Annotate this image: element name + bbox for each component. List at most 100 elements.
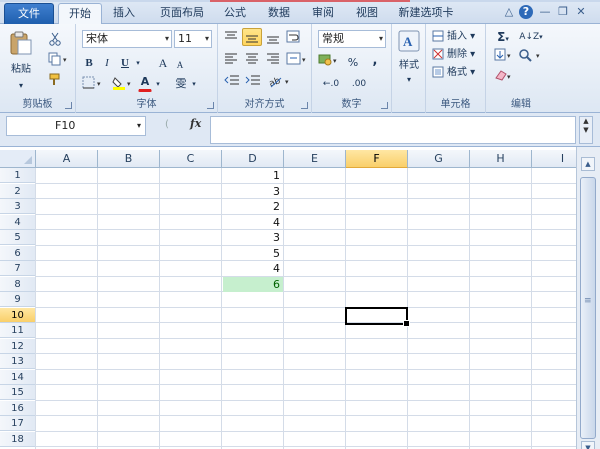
grow-font-button[interactable]: A [156,53,170,71]
italic-button[interactable]: I [100,53,114,71]
fill-color-icon[interactable]: ▾ [112,76,134,90]
increase-indent-icon[interactable] [245,74,261,88]
active-cell-cursor[interactable] [345,306,410,327]
row-header-14[interactable]: 14 [0,369,36,385]
cell-d1[interactable]: 1 [223,168,283,183]
border-icon[interactable]: ▾ [82,76,104,90]
paste-icon[interactable] [8,30,34,56]
cell-d6[interactable]: 5 [223,246,283,261]
column-header-h[interactable]: H [470,150,532,168]
orientation-icon[interactable]: ab ▾ [268,74,292,88]
help-icon[interactable]: ? [519,5,533,19]
row-header-10[interactable]: 10 [0,307,36,323]
row-header-13[interactable]: 13 [0,354,36,369]
row-header-6[interactable]: 6 [0,245,36,261]
row-header-12[interactable]: 12 [0,338,36,354]
cell-d5[interactable]: 3 [223,230,283,245]
file-tab[interactable]: 文件 [4,3,54,24]
find-select-icon[interactable]: ▾ [518,48,544,62]
row-header-11[interactable]: 11 [0,323,36,338]
alignment-launcher-icon[interactable] [301,102,308,109]
row-header-4[interactable]: 4 [0,214,36,230]
fill-icon[interactable]: ▾ [494,48,514,62]
number-launcher-icon[interactable] [381,102,388,109]
row-header-8[interactable]: 8 [0,276,36,292]
autosum-button[interactable]: Σ▾ [492,27,514,45]
expand-formula-bar-button[interactable]: ▲ ▼ [579,116,593,144]
font-size-select[interactable]: 11 ▾ [174,30,212,48]
ribbon-minimize-icon[interactable]: △ [502,5,516,19]
restore-icon[interactable]: ❐ [556,5,570,19]
format-painter-icon[interactable] [48,72,62,86]
format-button[interactable]: 格式 ▾ [446,63,482,81]
cell-d4[interactable]: 4 [223,215,283,230]
decrease-decimal-button[interactable]: .00 [346,74,372,92]
underline-dropdown-icon[interactable]: ▾ [134,53,142,71]
tab-formulas[interactable]: 公式 [218,3,252,24]
cell-d7[interactable]: 4 [223,261,283,276]
scroll-down-button[interactable]: ▼ [581,441,595,449]
underline-button[interactable]: U [118,53,132,71]
minimize-icon[interactable]: — [538,5,552,19]
formula-input[interactable] [210,116,576,144]
vertical-scrollbar[interactable]: ▲ ▼ [576,147,600,449]
column-header-e[interactable]: E [284,150,346,168]
comma-button[interactable]: , [368,51,382,69]
cell-d3[interactable]: 2 [223,199,283,214]
column-header-a[interactable]: A [36,150,98,168]
align-center-icon[interactable] [245,52,259,66]
row-header-9[interactable]: 9 [0,292,36,307]
accounting-format-icon[interactable]: ▾ [318,53,340,67]
row-header-18[interactable]: 18 [0,431,36,447]
row-header-16[interactable]: 16 [0,400,36,416]
merge-center-icon[interactable]: ▾ [286,52,308,66]
bold-button[interactable]: B [82,53,96,71]
column-header-b[interactable]: B [98,150,160,168]
close-icon[interactable]: ✕ [574,5,588,19]
percent-button[interactable]: % [346,53,360,71]
align-middle-button[interactable] [242,28,262,46]
font-color-dropdown-icon[interactable]: ▾ [154,74,162,92]
scroll-thumb[interactable] [580,177,596,439]
row-header-1[interactable]: 1 [0,168,36,183]
cell-d8[interactable]: 6 [223,276,283,292]
clipboard-launcher-icon[interactable] [65,102,72,109]
row-header-5[interactable]: 5 [0,230,36,245]
row-header-2[interactable]: 2 [0,183,36,199]
cell-d2[interactable]: 3 [223,184,283,199]
column-header-d[interactable]: D [222,150,284,168]
scroll-up-button[interactable]: ▲ [581,157,595,171]
phonetic-button[interactable]: 雯 [172,74,190,92]
paste-dropdown-icon[interactable]: ▾ [14,76,28,94]
delete-button[interactable]: 删除 ▾ [446,45,482,63]
column-header-g[interactable]: G [408,150,470,168]
wrap-text-icon[interactable] [286,30,302,44]
row-header-3[interactable]: 3 [0,199,36,214]
font-color-button[interactable]: A [138,74,152,92]
phonetic-dropdown-icon[interactable]: ▾ [190,74,198,92]
increase-decimal-button[interactable]: ←.0 [318,74,344,92]
row-header-17[interactable]: 17 [0,416,36,431]
column-header-i[interactable]: I [532,150,576,168]
font-launcher-icon[interactable] [207,102,214,109]
styles-icon[interactable]: A [398,30,420,52]
tab-page-layout[interactable]: 页面布局 [152,3,212,24]
align-left-icon[interactable] [224,52,238,66]
cut-icon[interactable] [48,32,62,46]
align-bottom-icon[interactable] [266,30,280,44]
shrink-font-button[interactable]: A [174,55,186,73]
column-header-f[interactable]: F [346,150,408,168]
sort-filter-button[interactable]: A↓Z▾ [516,27,546,45]
tab-view[interactable]: 视图 [350,3,384,24]
copy-icon[interactable]: ▾ [48,52,70,66]
name-box[interactable]: F10 ▾ [6,116,146,136]
tab-new-tab[interactable]: 新建选项卡 [394,3,458,24]
decrease-indent-icon[interactable] [224,74,240,88]
clear-icon[interactable]: ▾ [494,68,514,82]
row-header-7[interactable]: 7 [0,261,36,276]
row-header-15[interactable]: 15 [0,385,36,400]
align-top-icon[interactable] [224,30,238,44]
number-format-select[interactable]: 常规 ▾ [318,30,386,48]
font-name-select[interactable]: 宋体 ▾ [82,30,172,48]
tab-review[interactable]: 审阅 [306,3,340,24]
